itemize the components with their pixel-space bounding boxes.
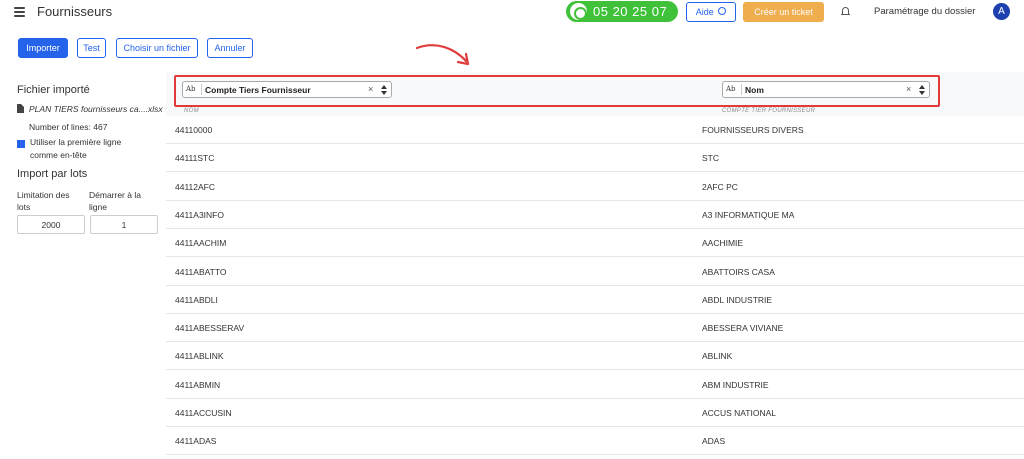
lines-count: Number of lines: 467 — [29, 122, 108, 132]
table-row: 4411A3INFO A3 INFORMATIQUE MA — [166, 200, 1024, 229]
supplier-name-cell: ABATTOIRS CASA — [702, 266, 775, 277]
annotation-arrow — [415, 44, 470, 66]
phone-support-button[interactable]: 05 20 25 07 07 — [566, 1, 678, 34]
table-row: 4411ADAS ADAS — [166, 427, 1024, 456]
start-line-input[interactable] — [90, 215, 158, 234]
help-label: Aide — [695, 7, 714, 17]
bell-icon[interactable] — [841, 6, 850, 16]
first-line-header-label: Utiliser la première ligne comme en-tête — [30, 137, 122, 160]
supplier-name-cell: ABM INDUSTRIE — [702, 379, 769, 390]
text-type-icon: Ab — [186, 85, 196, 93]
file-name: PLAN TIERS fournisseurs ca....xlsx — [17, 104, 163, 114]
account-code-cell: 4411AACHIM — [175, 238, 227, 249]
supplier-name-cell: ABDL INDUSTRIE — [702, 294, 773, 305]
account-code-cell: 4411ABESSERAV — [175, 323, 245, 334]
import-button[interactable]: Importer — [18, 38, 68, 58]
supplier-name-cell: ADAS — [702, 436, 726, 447]
start-line-label: Démarrer à la ligne — [89, 190, 141, 212]
first-line-header-checkbox[interactable] — [17, 140, 25, 148]
table-row: 44110000 FOURNISSEURS DIVERS — [166, 116, 1024, 144]
spinner-icon[interactable] — [381, 83, 387, 96]
table-row: 4411ACCUSIN ACCUS NATIONAL — [166, 399, 1024, 427]
test-button[interactable]: Test — [77, 38, 106, 58]
page-title: Fournisseurs — [37, 4, 113, 19]
account-code-cell: 4411ABMIN — [175, 379, 221, 390]
table-row: 44112AFC 2AFC PC — [166, 172, 1024, 201]
supplier-name-cell: A3 INFORMATIQUE MA — [702, 209, 795, 220]
create-ticket-button[interactable]: Créer un ticket — [743, 2, 824, 22]
supplier-name-cell: 2AFC PC — [702, 181, 738, 192]
supplier-name-cell: ABESSERA VIVIANE — [702, 323, 784, 334]
file-icon — [17, 104, 24, 113]
table-row: 4411ABATTO ABATTOIRS CASA — [166, 257, 1024, 286]
account-code-cell: 4411ABLINK — [175, 351, 224, 362]
mapping-table: Ab Compte Tiers Fournisseur × NOM Ab Nom… — [166, 72, 1024, 459]
clear-icon[interactable]: × — [906, 84, 911, 94]
table-row: 4411AACHIM AACHIMIE — [166, 229, 1024, 258]
batch-limit-input[interactable] — [17, 215, 85, 234]
help-button[interactable]: Aide — [686, 2, 736, 22]
account-code-cell: 44110000 — [175, 125, 213, 135]
help-icon — [718, 7, 727, 15]
supplier-name-cell: ABLINK — [702, 351, 733, 362]
import-sidebar: Fichier importé PLAN TIERS fournisseurs … — [0, 72, 166, 459]
phone-number: 05 20 25 07 07 — [593, 4, 668, 34]
imported-file-title: Fichier importé — [17, 84, 90, 96]
text-type-icon: Ab — [726, 85, 736, 93]
choose-file-button[interactable]: Choisir un fichier — [116, 38, 198, 58]
column-1-sub-label: NOM — [184, 108, 199, 114]
account-code-cell: 4411A3INFO — [175, 209, 224, 220]
spinner-icon[interactable] — [919, 83, 925, 96]
table-row: 44111STC STC — [166, 144, 1024, 173]
account-code-cell: 4411ABDLI — [175, 294, 218, 305]
column-mapping-header: Ab Compte Tiers Fournisseur × NOM Ab Nom… — [166, 72, 1024, 117]
account-code-cell: 4411ABATTO — [175, 266, 227, 277]
supplier-name-cell: FOURNISSEURS DIVERS — [702, 125, 804, 135]
table-row: 4411ABMIN ABM INDUSTRIE — [166, 370, 1024, 399]
account-code-cell: 44112AFC — [175, 181, 216, 192]
column-select-1-value: Compte Tiers Fournisseur — [205, 85, 311, 95]
table-row: 4411ABLINK ABLINK — [166, 342, 1024, 371]
account-code-cell: 4411ADAS — [175, 436, 217, 447]
headset-icon — [570, 3, 587, 20]
column-2-sub-label: COMPTE TIER FOURNISSEUR — [722, 108, 816, 114]
account-code-cell: 4411ACCUSIN — [175, 408, 232, 418]
clear-icon[interactable]: × — [368, 84, 373, 94]
cancel-button[interactable]: Annuler — [207, 38, 253, 58]
supplier-name-cell: ACCUS NATIONAL — [702, 408, 776, 418]
table-row: 4411ABDLI ABDL INDUSTRIE — [166, 285, 1024, 314]
column-select-2-value: Nom — [745, 85, 764, 95]
batch-import-title: Import par lots — [17, 168, 88, 180]
column-select-1[interactable]: Ab Compte Tiers Fournisseur × — [182, 81, 392, 98]
account-code-cell: 44111STC — [175, 153, 215, 164]
supplier-name-cell: AACHIMIE — [702, 238, 744, 249]
batch-limit-label: Limitation des lots — [17, 190, 70, 212]
avatar[interactable]: A — [993, 3, 1010, 20]
settings-link[interactable]: Paramétrage du dossier — [874, 6, 975, 17]
column-select-2[interactable]: Ab Nom × — [722, 81, 930, 98]
top-bar: Fournisseurs 05 20 25 07 07 Aide Créer u… — [0, 0, 1024, 34]
menu-icon[interactable] — [14, 7, 25, 17]
table-row: 4411ABESSERAV ABESSERA VIVIANE — [166, 314, 1024, 343]
supplier-name-cell: STC — [702, 153, 719, 164]
